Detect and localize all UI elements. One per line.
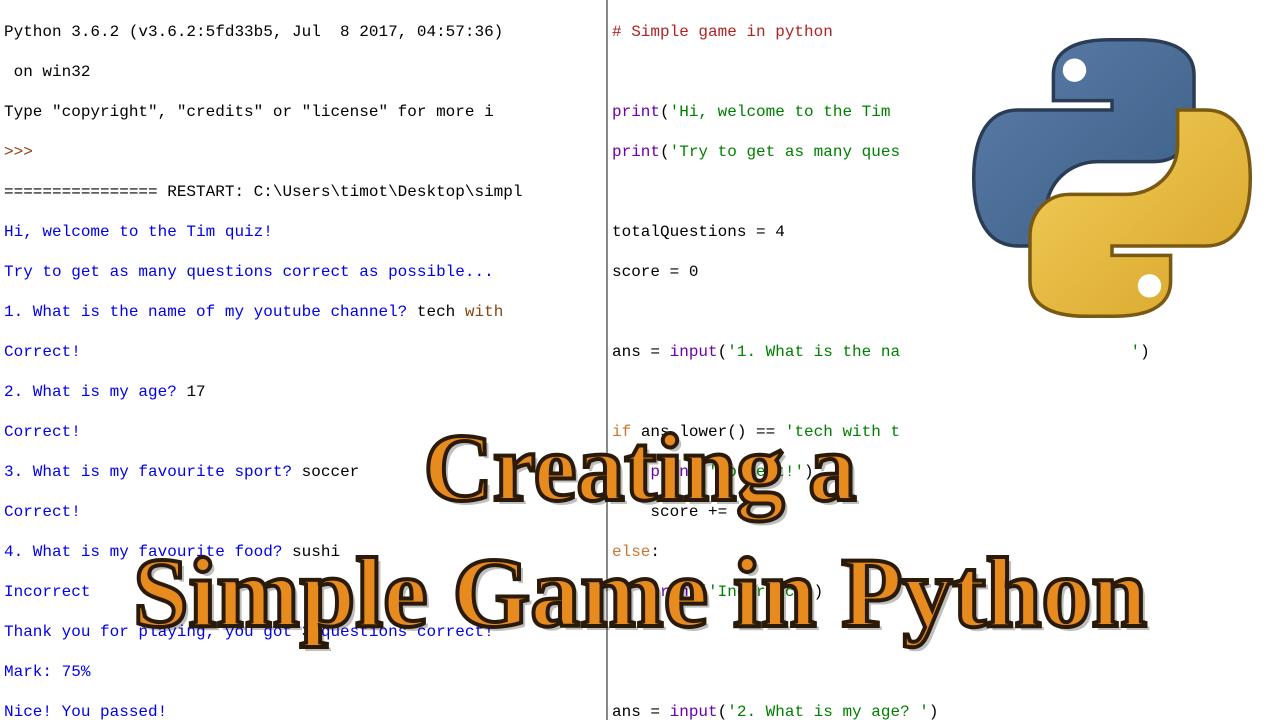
shell-header: Type "copyright", "credits" or "license"… bbox=[4, 102, 602, 122]
output-line: Hi, welcome to the Tim quiz! bbox=[4, 222, 602, 242]
result-line: Correct! bbox=[4, 502, 602, 522]
question-text: 3. What is my favourite sport? bbox=[4, 463, 302, 481]
code-line: score += 1 bbox=[612, 502, 1276, 522]
restart-banner: ================ RESTART: C:\Users\timot… bbox=[4, 182, 602, 202]
shell-header: Python 3.6.2 (v3.6.2:5fd33b5, Jul 8 2017… bbox=[4, 22, 602, 42]
python-logo-icon bbox=[962, 28, 1262, 328]
code-fn: print bbox=[612, 143, 660, 161]
shell-header: on win32 bbox=[4, 62, 602, 82]
output-line: Mark: 75% bbox=[4, 662, 602, 682]
shell-prompt: >>> bbox=[4, 143, 42, 161]
python-shell-pane[interactable]: Python 3.6.2 (v3.6.2:5fd33b5, Jul 8 2017… bbox=[0, 0, 608, 720]
user-input: with bbox=[465, 303, 503, 321]
user-input: 17 bbox=[186, 383, 205, 401]
user-input: sushi bbox=[292, 543, 340, 561]
question-text: 2. What is my age? bbox=[4, 383, 186, 401]
output-line: Thank you for playing, you got 3 questio… bbox=[4, 622, 602, 642]
keyword-if: if bbox=[612, 423, 641, 441]
result-line: Correct! bbox=[4, 342, 602, 362]
result-line: Correct! bbox=[4, 422, 602, 442]
result-line: Incorrect bbox=[4, 582, 602, 602]
output-line: Nice! You passed! bbox=[4, 702, 602, 720]
user-input: soccer bbox=[302, 463, 360, 481]
output-line: Try to get as many questions correct as … bbox=[4, 262, 602, 282]
keyword-else: else bbox=[612, 543, 650, 561]
code-fn: print bbox=[612, 103, 660, 121]
user-input: tech bbox=[417, 303, 465, 321]
question-text: 4. What is my favourite food? bbox=[4, 543, 292, 561]
question-text: 1. What is the name of my youtube channe… bbox=[4, 303, 417, 321]
